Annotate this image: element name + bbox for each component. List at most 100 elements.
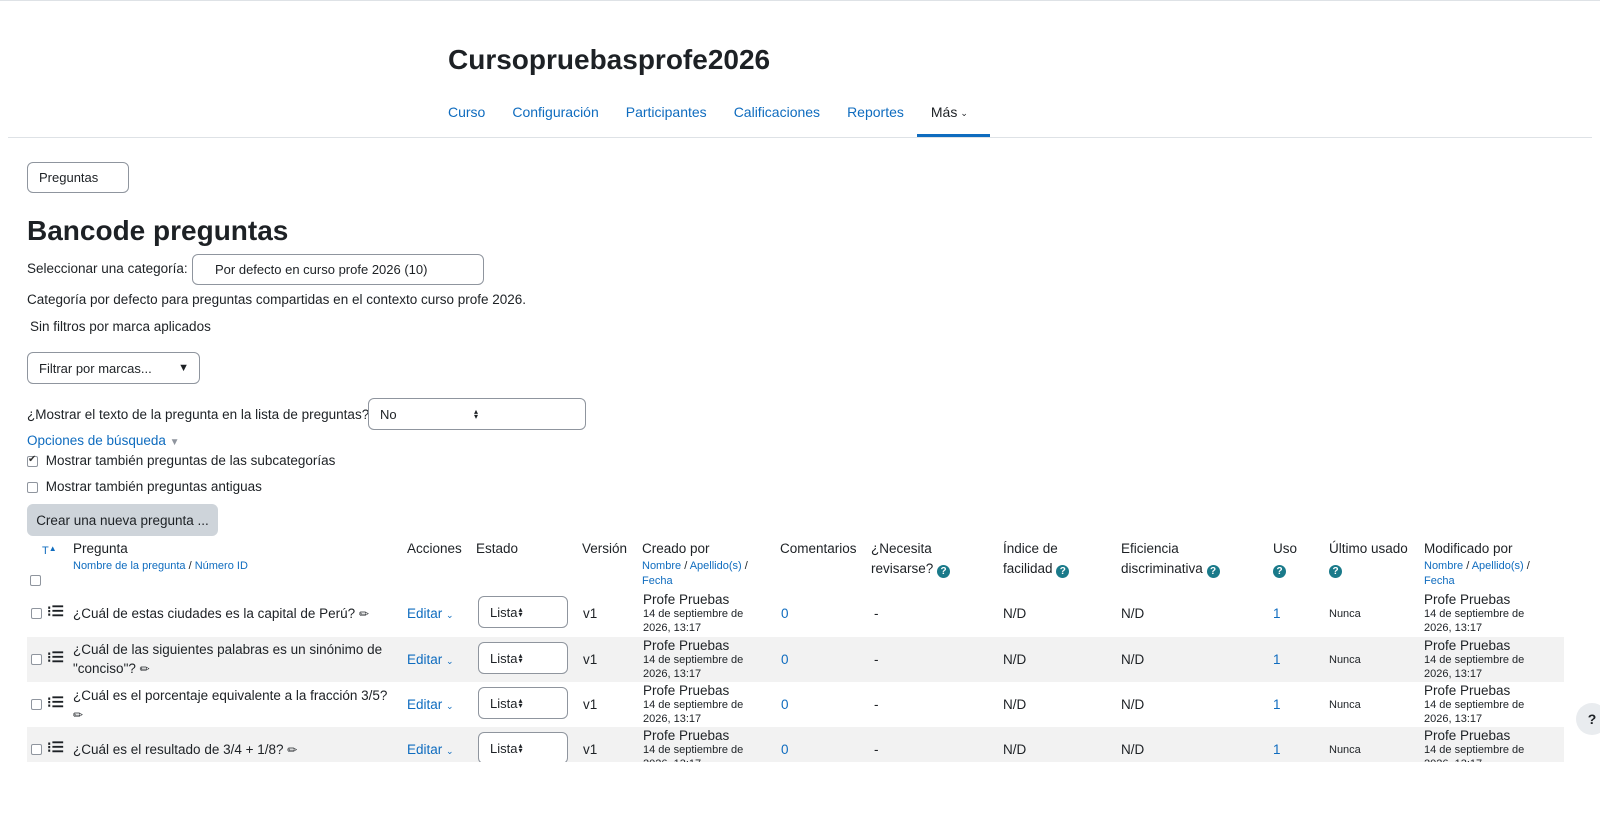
question-name: ¿Cuál de las siguientes palabras es un s… (73, 640, 383, 679)
help-icon[interactable]: ? (937, 565, 951, 578)
edit-menu[interactable]: Editar ⌄ (407, 606, 454, 621)
modifier-date: 14 de septiembre de 2026, 13:17 (1424, 608, 1525, 634)
version-value: v1 (583, 697, 598, 712)
category-select-value: Por defecto en curso profe 2026 (10) (215, 262, 428, 277)
row-checkbox[interactable] (31, 743, 42, 755)
last-used-header: Último usado ? (1329, 539, 1408, 579)
discrimination-line1: Eficiencia (1121, 541, 1179, 556)
table-row: ⁝☰ ¿Cuál de estas ciudades es la capital… (27, 591, 1564, 636)
subcategories-label: Mostrar también preguntas de las subcate… (45, 453, 336, 468)
created-sort-lastname[interactable]: Apellido(s) (690, 560, 742, 572)
comments-link[interactable]: 0 (781, 606, 789, 621)
pencil-icon[interactable]: ✏ (287, 743, 297, 757)
modified-sort-date[interactable]: Fecha (1424, 574, 1530, 589)
help-icon[interactable]: ? (1273, 565, 1286, 578)
page-select[interactable]: Preguntas (27, 162, 129, 193)
review-value: - (874, 606, 879, 621)
updown-icon: ▴ ▾ (518, 651, 523, 665)
nav-mas[interactable]: Más ⌄ (916, 104, 990, 138)
review-value: - (874, 652, 879, 667)
status-select[interactable]: Lista ▴ ▾ (478, 687, 568, 719)
creator-date: 14 de septiembre de 2026, 13:17 (643, 699, 744, 725)
nav-reportes[interactable]: Reportes (847, 104, 904, 138)
status-header[interactable]: Estado (476, 539, 518, 559)
nav-configuracion[interactable]: Configuración (512, 104, 598, 138)
edit-menu[interactable]: Editar ⌄ (407, 742, 454, 757)
facility-value: N/D (1003, 606, 1027, 621)
pencil-icon[interactable]: ✏ (140, 662, 150, 676)
version-header[interactable]: Versión (582, 539, 627, 559)
row-checkbox[interactable] (31, 607, 42, 619)
search-options-link[interactable]: Opciones de búsqueda ▼ (27, 433, 180, 448)
modified-sort-lastname[interactable]: Apellido(s) (1472, 560, 1524, 572)
facility-line1: Índice de (1003, 541, 1058, 556)
help-icon[interactable]: ? (1206, 565, 1220, 578)
sort-by-id-link[interactable]: Número ID (195, 560, 248, 572)
chevron-down-icon: ⌄ (446, 610, 454, 620)
creator-cell: Profe Pruebas14 de septiembre de 2026, 1… (643, 638, 758, 681)
show-text-select[interactable]: No ▴ ▾ (368, 398, 586, 430)
tag-filter-select[interactable]: Filtrar por marcas... ▼ (27, 352, 200, 384)
status-select[interactable]: Lista ▴ ▾ (478, 732, 568, 764)
created-sort-name[interactable]: Nombre (642, 560, 681, 572)
help-icon[interactable]: ? (1056, 565, 1070, 578)
edit-menu[interactable]: Editar ⌄ (407, 697, 454, 712)
facility-value: N/D (1003, 742, 1027, 757)
table-row: ⁝☰ ¿Cuál de las siguientes palabras es u… (27, 637, 1564, 682)
edit-menu[interactable]: Editar ⌄ (407, 652, 454, 667)
question-name: ¿Cuál es el porcentaje equivalente a la … (73, 686, 393, 725)
pencil-icon[interactable]: ✏ (359, 607, 369, 621)
status-select[interactable]: Lista ▴ ▾ (478, 596, 568, 628)
list-type-icon: ⁝☰ (47, 649, 65, 665)
comments-header[interactable]: Comentarios (780, 539, 857, 559)
usage-link[interactable]: 1 (1273, 742, 1281, 757)
comments-link[interactable]: 0 (781, 697, 789, 712)
last-used-value: Nunca (1329, 608, 1361, 620)
help-button[interactable]: ? (1576, 703, 1600, 735)
facility-value: N/D (1003, 652, 1027, 667)
usage-link[interactable]: 1 (1273, 697, 1281, 712)
row-checkbox[interactable] (31, 698, 42, 710)
discrimination-header: Eficiencia discriminativa ? (1121, 539, 1220, 579)
list-type-icon: ⁝☰ (47, 694, 65, 710)
comments-link[interactable]: 0 (781, 652, 789, 667)
pencil-icon[interactable]: ✏ (73, 708, 83, 722)
usage-link[interactable]: 1 (1273, 652, 1281, 667)
modifier-cell: Profe Pruebas14 de septiembre de 2026, 1… (1424, 638, 1539, 681)
nav-participantes[interactable]: Participantes (626, 104, 707, 138)
modifier-name: Profe Pruebas (1424, 592, 1511, 607)
row-checkbox[interactable] (31, 653, 42, 665)
version-value: v1 (583, 606, 598, 621)
chevron-down-icon: ⌄ (446, 746, 454, 756)
chevron-down-icon: ⌄ (446, 656, 454, 666)
status-select[interactable]: Lista ▴ ▾ (478, 642, 568, 674)
subcategories-checkbox[interactable] (27, 454, 38, 467)
old-questions-checkbox[interactable] (27, 481, 38, 493)
creator-date: 14 de septiembre de 2026, 13:17 (643, 608, 744, 634)
question-name: ¿Cuál es el resultado de 3/4 + 1/8? ✏ (73, 742, 297, 757)
discrimination-line2: discriminativa (1121, 561, 1203, 576)
help-icon[interactable]: ? (1329, 565, 1342, 578)
usage-link[interactable]: 1 (1273, 606, 1281, 621)
sort-by-name-link[interactable]: Nombre de la pregunta (73, 560, 186, 572)
creator-cell: Profe Pruebas14 de septiembre de 2026, 1… (643, 683, 758, 726)
select-all-checkbox[interactable] (30, 574, 41, 586)
nav-calificaciones[interactable]: Calificaciones (734, 104, 820, 138)
creator-name: Profe Pruebas (643, 592, 730, 607)
comments-link[interactable]: 0 (781, 742, 789, 757)
modifier-name: Profe Pruebas (1424, 728, 1511, 743)
nav-curso[interactable]: Curso (448, 104, 485, 138)
sort-asc-icon: ▲ (48, 544, 57, 553)
caret-down-icon: ▼ (178, 362, 189, 374)
sort-type-header[interactable]: T▲ (42, 539, 57, 561)
create-question-button[interactable]: Crear una nueva pregunta ... (27, 504, 218, 536)
created-by-label: Creado por (642, 541, 710, 556)
modified-sort-name[interactable]: Nombre (1424, 560, 1463, 572)
discrimination-value: N/D (1121, 697, 1145, 712)
modifier-cell: Profe Pruebas14 de septiembre de 2026, 1… (1424, 683, 1539, 726)
question-name: ¿Cuál de estas ciudades es la capital de… (73, 606, 369, 621)
created-sort-date[interactable]: Fecha (642, 574, 748, 589)
filters-status: Sin filtros por marca aplicados (30, 319, 211, 334)
category-select[interactable]: Por defecto en curso profe 2026 (10) (192, 254, 484, 285)
edit-label: Editar (407, 606, 443, 621)
